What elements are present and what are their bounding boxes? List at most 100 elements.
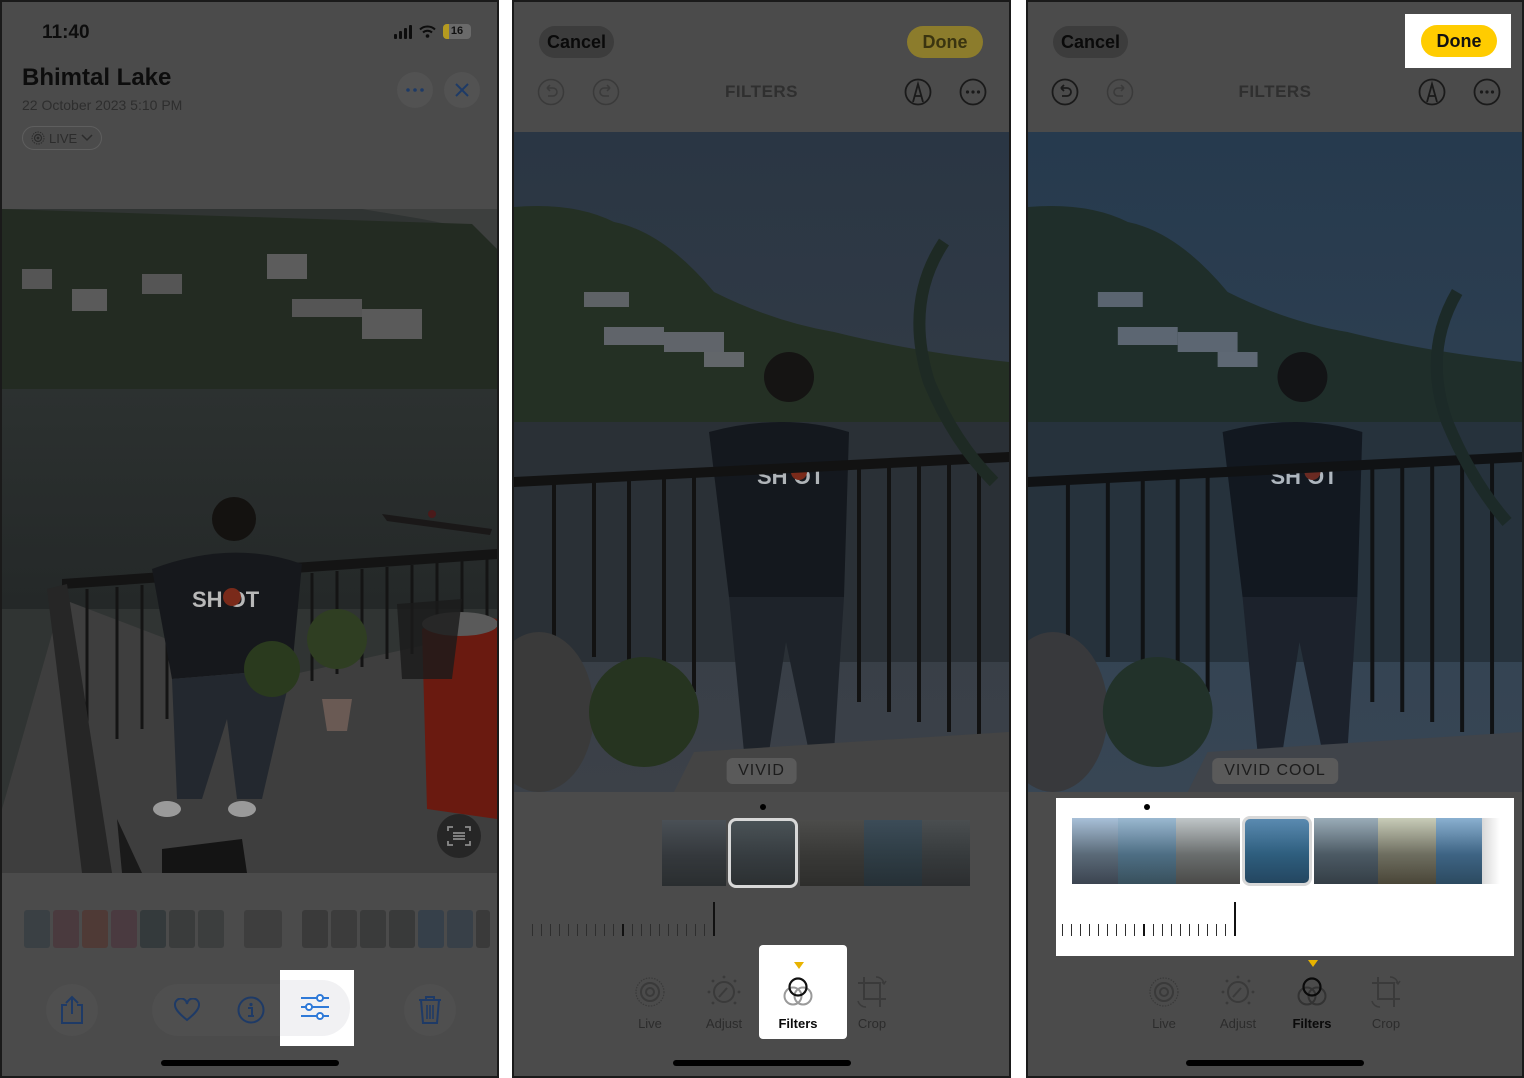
filter-thumbnail-strip[interactable] xyxy=(1072,816,1500,886)
close-button[interactable] xyxy=(444,72,480,108)
filter-intensity-slider[interactable] xyxy=(532,898,715,936)
active-tab-caret xyxy=(794,962,804,969)
adjust-dial-icon xyxy=(707,975,741,1005)
tab-crop[interactable]: Crop xyxy=(837,972,907,1031)
favorite-button[interactable] xyxy=(165,988,209,1032)
photo-toolbar xyxy=(2,980,497,1040)
filter-thumbnail[interactable] xyxy=(800,820,864,886)
tab-adjust[interactable]: Adjust xyxy=(1203,972,1273,1031)
close-icon xyxy=(455,83,469,97)
trash-icon xyxy=(419,996,441,1024)
filters-circles-icon xyxy=(783,977,813,1006)
thumbnail[interactable] xyxy=(140,910,166,948)
filter-thumbnail[interactable] xyxy=(1176,818,1240,884)
crop-rotate-icon xyxy=(857,976,887,1008)
filter-thumbnail-strip[interactable] xyxy=(662,818,970,888)
wifi-icon xyxy=(419,25,436,38)
filter-thumbnail[interactable] xyxy=(864,820,922,886)
original-marker-dot xyxy=(760,804,766,810)
edit-filters-screen-vivid-cool: Cancel Done FILTERS SH OT VIVID COOL Liv… xyxy=(1026,0,1524,1078)
thumbnail[interactable] xyxy=(476,910,490,948)
thumbnail[interactable] xyxy=(198,910,224,948)
photo-preview[interactable]: SH OT xyxy=(514,132,1009,792)
edit-mode-title: FILTERS xyxy=(1238,82,1312,101)
filters-circles-icon xyxy=(1297,977,1327,1006)
tab-crop[interactable]: Crop xyxy=(1351,972,1421,1031)
thumbnail[interactable] xyxy=(111,910,137,948)
tab-adjust[interactable]: Adjust xyxy=(689,972,759,1031)
thumbnail[interactable] xyxy=(418,910,444,948)
tab-filters[interactable]: Filters xyxy=(763,972,833,1031)
home-indicator xyxy=(160,1060,339,1066)
filter-thumbnail-selected[interactable] xyxy=(1242,816,1312,886)
filter-name-label: VIVID xyxy=(726,758,797,784)
thumbnail[interactable] xyxy=(389,910,415,948)
thumbnail[interactable] xyxy=(331,910,357,948)
photo-thumbnail-strip[interactable] xyxy=(24,910,490,948)
thumbnail[interactable] xyxy=(302,910,328,948)
photo-title: Bhimtal Lake xyxy=(22,64,172,91)
more-options-icon[interactable] xyxy=(1473,78,1501,106)
tab-live[interactable]: Live xyxy=(615,972,685,1031)
done-button[interactable]: Done xyxy=(907,26,983,58)
filter-thumbnail[interactable] xyxy=(1378,818,1436,884)
tab-live[interactable]: Live xyxy=(1129,972,1199,1031)
status-time: 11:40 xyxy=(42,22,90,43)
share-button[interactable] xyxy=(46,984,98,1036)
thumbnail[interactable] xyxy=(360,910,386,948)
cancel-button[interactable]: Cancel xyxy=(1053,26,1129,58)
filter-thumbnail-selected[interactable] xyxy=(728,818,798,888)
live-photo-toggle[interactable]: LIVE xyxy=(22,126,103,150)
lake-photo-filtered: SH OT xyxy=(1028,132,1522,792)
delete-button[interactable] xyxy=(404,984,456,1036)
thumbnail[interactable] xyxy=(169,910,195,948)
info-button[interactable] xyxy=(229,988,273,1032)
edit-mode-tabs: Live Adjust Filters Crop xyxy=(1028,972,1522,1036)
filter-thumbnail[interactable] xyxy=(1118,818,1176,884)
photo-preview[interactable]: SH OT xyxy=(1028,132,1522,792)
done-button-highlight: Done xyxy=(1405,14,1511,68)
lake-photo-filtered: SH OT xyxy=(514,132,1009,792)
sliders-icon xyxy=(301,994,329,1020)
filter-thumbnail[interactable] xyxy=(1072,818,1118,884)
filter-thumbnail[interactable] xyxy=(922,820,970,886)
edit-header-row: FILTERS xyxy=(1028,76,1522,108)
filter-thumbnail[interactable] xyxy=(1482,818,1500,884)
edit-filters-screen-vivid: Cancel Done FILTERS SH OT VIVID Live Adj… xyxy=(512,0,1011,1078)
cellular-signal-icon xyxy=(394,24,412,39)
thumbnail[interactable] xyxy=(53,910,79,948)
active-tab-caret xyxy=(1308,960,1318,967)
home-indicator xyxy=(1186,1060,1364,1066)
more-options-icon[interactable] xyxy=(959,78,987,106)
filter-strip-highlight xyxy=(1056,798,1514,956)
thumbnail[interactable] xyxy=(447,910,473,948)
info-icon xyxy=(237,996,265,1024)
markup-pen-icon[interactable] xyxy=(904,78,932,106)
done-button[interactable]: Done xyxy=(1421,25,1497,57)
photo-viewer-screen: 11:40 16 Bhimtal Lake 22 October 2023 5:… xyxy=(0,0,499,1078)
thumbnail[interactable] xyxy=(82,910,108,948)
edit-mode-tabs: Live Adjust Filters Crop xyxy=(514,972,1009,1036)
edit-header-row: FILTERS xyxy=(514,76,1009,108)
thumbnail[interactable] xyxy=(24,910,50,948)
heart-icon xyxy=(174,998,200,1022)
share-icon xyxy=(61,995,83,1024)
thumbnail-current[interactable] xyxy=(244,910,282,948)
edit-button-highlight[interactable] xyxy=(280,970,354,1046)
live-label: LIVE xyxy=(49,130,78,146)
filter-intensity-slider[interactable] xyxy=(1062,898,1236,936)
cancel-button[interactable]: Cancel xyxy=(539,26,615,58)
live-icon xyxy=(635,977,665,1007)
adjust-dial-icon xyxy=(1221,975,1255,1005)
live-text-scan-icon xyxy=(447,826,471,846)
tab-filters[interactable]: Filters xyxy=(1277,972,1347,1031)
filter-thumbnail[interactable] xyxy=(662,820,726,886)
live-text-button[interactable] xyxy=(437,814,481,858)
chevron-down-icon xyxy=(81,134,93,142)
markup-pen-icon[interactable] xyxy=(1418,78,1446,106)
photo-image[interactable]: SH OT xyxy=(2,209,497,873)
live-icon xyxy=(1149,977,1179,1007)
filter-thumbnail[interactable] xyxy=(1314,818,1378,884)
filter-thumbnail[interactable] xyxy=(1436,818,1482,884)
more-options-button[interactable] xyxy=(397,72,433,108)
